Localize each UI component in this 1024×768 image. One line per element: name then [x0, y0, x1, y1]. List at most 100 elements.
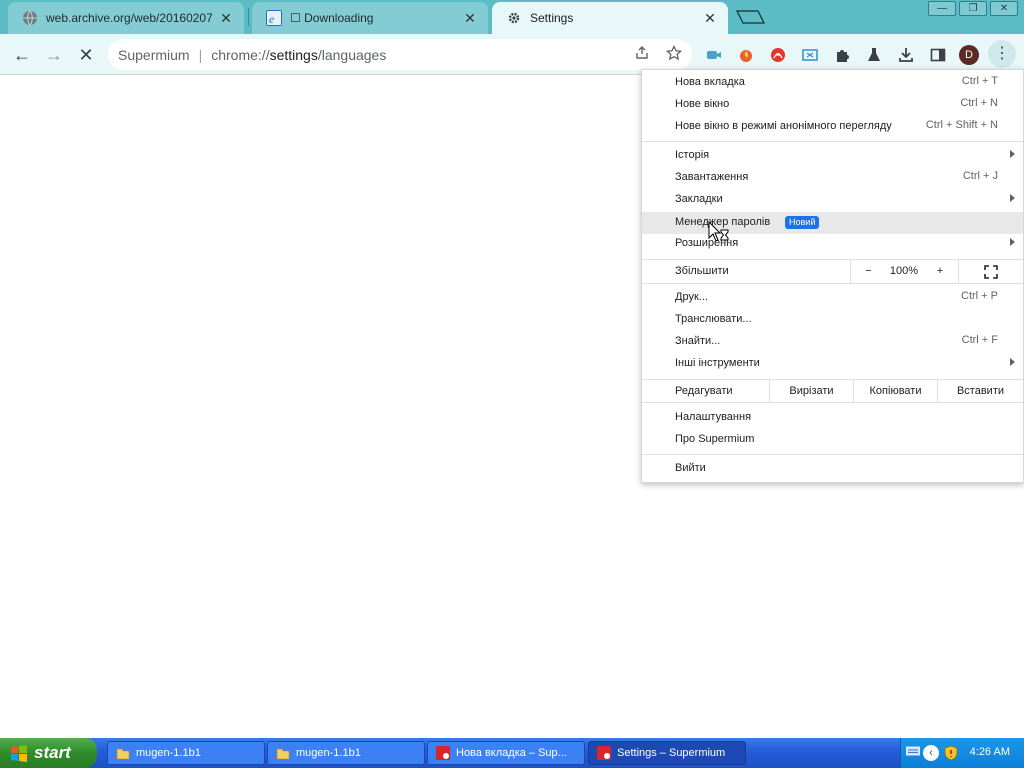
address-bar[interactable]: Supermium | chrome:// settings /language…	[108, 39, 692, 70]
menu-item-incognito-window[interactable]: Нове вікно в режимі анонімного перегляду…	[642, 116, 1023, 138]
download-icon[interactable]	[896, 45, 916, 65]
menu-separator	[642, 454, 1023, 455]
minimize-button[interactable]: —	[928, 1, 956, 16]
back-button[interactable]: ←	[10, 43, 34, 67]
menu-item-shortcut: Ctrl + T	[961, 75, 998, 87]
paste-button[interactable]: Вставити	[937, 380, 1023, 402]
side-panel-icon[interactable]	[928, 45, 948, 65]
share-icon[interactable]	[632, 45, 652, 65]
menu-item-new-tab[interactable]: Нова вкладка Ctrl + T	[642, 72, 1023, 94]
new-tab-button[interactable]	[734, 9, 766, 25]
omnibox-scheme: chrome://	[211, 46, 270, 63]
globe-icon	[22, 10, 38, 26]
bookmark-star-icon[interactable]	[664, 44, 684, 65]
menu-item-settings[interactable]: Налаштування	[642, 407, 1023, 429]
tab-strip: web.archive.org/web/20160207100 ✕ e ☐ Do…	[0, 0, 1024, 34]
menu-kebab-icon[interactable]: ⋮	[988, 40, 1016, 68]
new-badge: Новий	[785, 216, 820, 229]
supermium-icon	[597, 746, 611, 760]
stop-button[interactable]: ✕	[74, 43, 98, 67]
menu-item-label: Друк...	[675, 291, 708, 303]
menu-item-label: Знайти...	[675, 335, 721, 347]
menu-item-label: Завантаження	[675, 171, 749, 183]
close-window-button[interactable]: ✕	[990, 1, 1018, 16]
tab-title: web.archive.org/web/20160207100	[46, 11, 212, 25]
menu-item-exit[interactable]: Вийти	[642, 458, 1023, 480]
submenu-arrow-icon	[1010, 238, 1015, 246]
tab-divider	[248, 8, 249, 26]
expand-tray-icon[interactable]: ‹	[923, 745, 939, 761]
menu-item-print[interactable]: Друк... Ctrl + P	[642, 287, 1023, 309]
supermium-icon	[436, 746, 450, 760]
menu-item-bookmarks[interactable]: Закладки	[642, 189, 1023, 211]
gear-icon	[506, 10, 522, 26]
menu-item-history[interactable]: Історія	[642, 145, 1023, 167]
tab-title: ☐ Downloading	[290, 11, 374, 25]
taskbar-item-browser-active[interactable]: Settings – Supermium	[588, 741, 746, 765]
menu-item-cast[interactable]: Транслювати...	[642, 309, 1023, 331]
edit-row: Редагувати Вирізати Копіювати Вставити	[642, 379, 1023, 403]
profile-avatar[interactable]: D	[959, 45, 979, 65]
svg-text:e: e	[269, 12, 275, 26]
menu-item-label: Закладки	[675, 193, 723, 205]
taskbar-item-label: Нова вкладка – Sup...	[456, 747, 567, 759]
fullscreen-icon[interactable]	[958, 260, 1023, 283]
taskbar-item-folder[interactable]: mugen-1.1b1	[267, 741, 425, 765]
tab-downloading[interactable]: e ☐ Downloading ✕	[252, 2, 488, 34]
zoom-row: Збільшити − 100% +	[642, 259, 1023, 284]
keyboard-icon[interactable]	[905, 745, 921, 761]
menu-item-find[interactable]: Знайти... Ctrl + F	[642, 331, 1023, 353]
forward-button[interactable]: →	[42, 43, 66, 67]
menu-item-shortcut: Ctrl + N	[960, 97, 998, 109]
ie-page-icon: e	[266, 10, 282, 26]
omnibox-divider: |	[198, 46, 203, 63]
taskbar-item-browser[interactable]: Нова вкладка – Sup...	[427, 741, 585, 765]
screen-extension-icon[interactable]	[800, 45, 820, 65]
puzzle-extensions-icon[interactable]	[832, 45, 852, 65]
folder-icon	[276, 746, 290, 760]
menu-item-more-tools[interactable]: Інші інструменти	[642, 353, 1023, 375]
tab-web-archive[interactable]: web.archive.org/web/20160207100 ✕	[8, 2, 244, 34]
menu-item-shortcut: Ctrl + F	[961, 334, 998, 346]
maximize-button[interactable]: ❐	[959, 1, 987, 16]
start-button[interactable]: start	[0, 738, 97, 768]
zoom-in-button[interactable]: +	[922, 260, 958, 283]
menu-item-shortcut: Ctrl + J	[962, 170, 998, 182]
close-tab-icon[interactable]: ✕	[702, 10, 718, 26]
menu-separator	[642, 141, 1023, 142]
menu-item-new-window[interactable]: Нове вікно Ctrl + N	[642, 94, 1023, 116]
submenu-arrow-icon	[1010, 358, 1015, 366]
fire-extension-icon[interactable]	[736, 45, 756, 65]
tab-title: Settings	[530, 11, 574, 25]
flask-icon[interactable]	[864, 45, 884, 65]
omnibox-host: settings	[269, 46, 318, 63]
tab-settings[interactable]: Settings ✕	[492, 2, 728, 34]
cut-button[interactable]: Вирізати	[769, 380, 853, 402]
taskbar-item-label: Settings – Supermium	[617, 747, 726, 759]
taskbar-item-label: mugen-1.1b1	[296, 747, 361, 759]
menu-item-about[interactable]: Про Supermium	[642, 429, 1023, 451]
menu-item-label: Нове вікно в режимі анонімного перегляду	[675, 120, 892, 132]
menu-item-label: Транслювати...	[675, 313, 752, 325]
menu-item-label: Інші інструменти	[675, 357, 760, 369]
busy-cursor-icon	[708, 220, 730, 245]
windows-taskbar: start mugen-1.1b1 mugen-1.1b1 Нова вклад…	[0, 738, 1024, 768]
menu-item-label: Нове вікно	[675, 98, 730, 110]
copy-button[interactable]: Копіювати	[853, 380, 937, 402]
close-tab-icon[interactable]: ✕	[462, 10, 478, 26]
menu-item-downloads[interactable]: Завантаження Ctrl + J	[642, 167, 1023, 189]
clock: 4:26 AM	[969, 746, 1010, 758]
security-shield-icon[interactable]	[943, 745, 959, 761]
start-label: start	[34, 743, 71, 762]
taskbar-item-label: mugen-1.1b1	[136, 747, 201, 759]
camera-extension-icon[interactable]	[704, 45, 724, 65]
pdf-extension-icon[interactable]	[768, 45, 788, 65]
menu-item-extensions[interactable]: Розширення	[642, 233, 1023, 255]
menu-item-label: Про Supermium	[675, 433, 755, 445]
menu-item-password-manager[interactable]: Менеджер паролів Новий	[642, 212, 1023, 234]
menu-item-label: Налаштування	[675, 411, 752, 423]
close-tab-icon[interactable]: ✕	[218, 10, 234, 26]
taskbar-item-folder[interactable]: mugen-1.1b1	[107, 741, 265, 765]
zoom-out-button[interactable]: −	[850, 260, 886, 283]
omnibox-path: /languages	[317, 46, 387, 63]
